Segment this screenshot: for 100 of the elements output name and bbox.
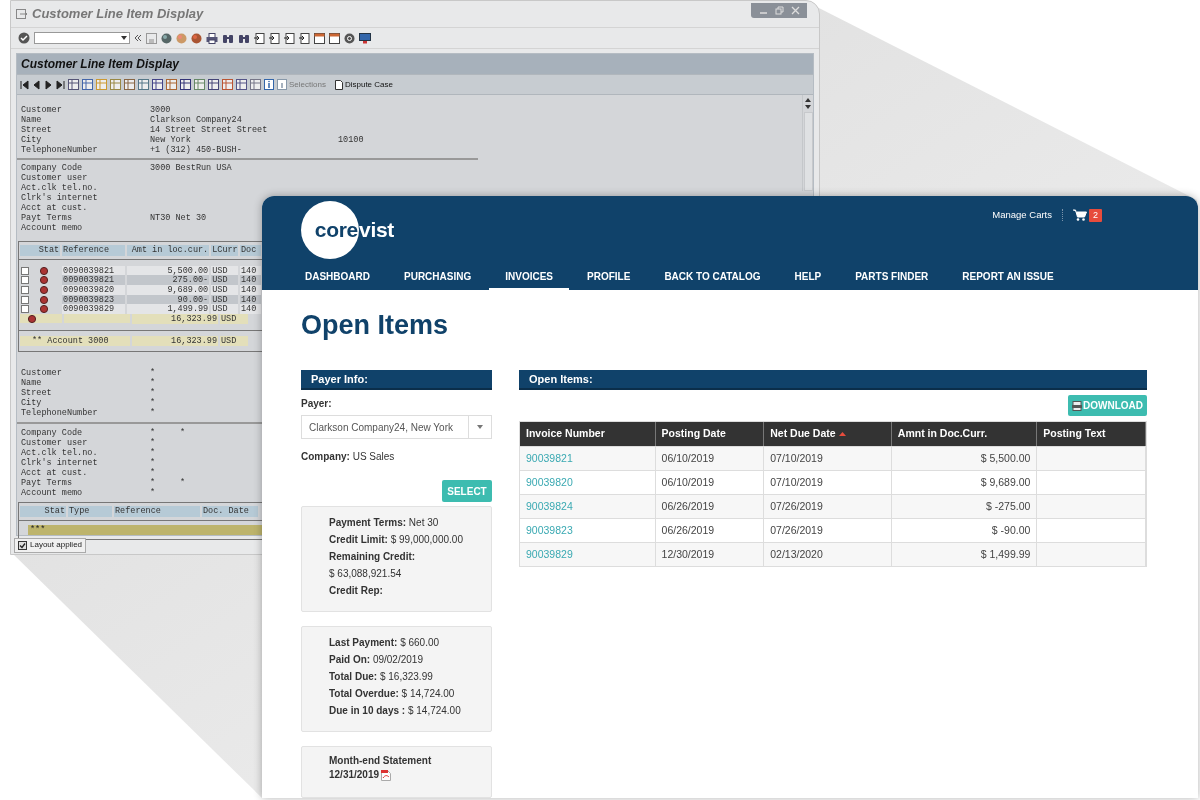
table-row[interactable]: ***	[28, 524, 262, 535]
field-label: Company Code	[21, 163, 84, 173]
cart-count-badge: 2	[1089, 208, 1102, 222]
nav-tab[interactable]: BACK TO CATALOG	[648, 264, 777, 290]
info-text: $ 63,088,921.54	[329, 567, 403, 581]
grid-icon[interactable]	[124, 79, 135, 90]
round-icon[interactable]	[161, 32, 172, 44]
grid-icon[interactable]	[82, 79, 93, 90]
column-header[interactable]: Amt in loc.cur.	[127, 245, 210, 256]
scrollbar[interactable]	[802, 95, 813, 191]
checkbox[interactable]	[21, 276, 29, 285]
document-icon	[334, 79, 343, 90]
table-cell: 140	[239, 275, 261, 286]
info-icon	[277, 79, 287, 90]
field-value: *	[150, 447, 157, 458]
payer-dropdown[interactable]: Clarkson Company24, New York	[301, 415, 492, 439]
up-arrow-icon	[805, 98, 811, 102]
field-label: TelephoneNumber	[21, 145, 99, 155]
field-value: *	[150, 367, 156, 378]
grid-icon[interactable]	[222, 79, 233, 90]
dispute-case-button[interactable]: Dispute Case	[334, 78, 393, 91]
table-cell: 0090039823	[62, 294, 126, 305]
nav-tab[interactable]: PROFILE	[571, 264, 647, 290]
command-field[interactable]	[34, 32, 130, 44]
nav-tab[interactable]: INVOICES	[489, 264, 570, 290]
page-title: Open Items	[301, 309, 450, 342]
field-label: Acct at cust.	[21, 203, 89, 213]
nav-arrow-icon[interactable]	[20, 79, 29, 90]
field-value: *	[150, 477, 157, 488]
field-label: Name	[21, 377, 43, 388]
column-header[interactable]: Stat	[20, 505, 66, 517]
table-cell: 9,689.00	[127, 285, 210, 295]
field-label: Account memo	[21, 487, 84, 498]
field-label: Payt Terms	[21, 477, 73, 488]
field-value: *	[180, 477, 186, 488]
field-value: *	[150, 457, 157, 468]
statement-title: Month-end Statement	[329, 754, 433, 768]
window-frame-icon[interactable]	[314, 32, 325, 44]
grid-icon[interactable]	[138, 79, 149, 90]
field-value: *	[150, 437, 157, 448]
pdf-icon[interactable]	[381, 769, 392, 781]
field-label: Customer user	[21, 173, 89, 183]
status-light-icon	[28, 314, 36, 323]
field-label: Account memo	[21, 223, 84, 233]
field-label: Company Code	[21, 427, 84, 438]
column-header[interactable]: Type	[68, 505, 112, 517]
nav-arrow-icon[interactable]	[56, 79, 65, 90]
info-text: Last Payment: $ 660.00	[329, 636, 441, 650]
monitor-icon[interactable]	[359, 32, 371, 44]
nav-tab[interactable]: REPORT AN ISSUE	[946, 264, 1070, 290]
cart-icon[interactable]	[1073, 209, 1087, 222]
grid-icon[interactable]	[208, 79, 219, 90]
nav-tab[interactable]: DASHBOARD	[289, 264, 386, 290]
field-value: Clarkson Company24	[150, 115, 243, 125]
window-title: Customer Line Item Display	[32, 5, 204, 24]
field-value: *	[150, 397, 156, 408]
field-label: Act.clk tel.no.	[21, 447, 99, 458]
table-cell: 140	[239, 285, 261, 295]
window-icon	[16, 9, 28, 19]
grid-icon[interactable]	[236, 79, 247, 90]
checkbox[interactable]	[21, 295, 29, 304]
field-value: *	[180, 427, 186, 438]
field-label: Name	[21, 115, 43, 125]
table-cell: USD	[211, 275, 238, 286]
table-cell: 0090039821	[62, 265, 126, 276]
nav-tab[interactable]: PARTS FINDER	[839, 264, 945, 290]
nav-tab[interactable]: PURCHASING	[388, 264, 488, 290]
nav-tab[interactable]: HELP	[778, 264, 838, 290]
column-header[interactable]: Reference	[114, 505, 200, 517]
manage-carts-link[interactable]: Manage Carts	[992, 208, 1052, 223]
field-label: Clrk's internet	[21, 457, 99, 468]
nav-arrow-icon[interactable]	[44, 79, 53, 90]
table-cell: 5,500.00	[127, 265, 210, 276]
window-frame-icon[interactable]	[329, 32, 340, 44]
table-cell: USD	[220, 313, 248, 324]
info-text: Total Overdue: $ 14,724.00	[329, 687, 456, 701]
grid-icon[interactable]	[68, 79, 79, 90]
checkbox[interactable]	[21, 266, 29, 275]
checkbox[interactable]	[21, 305, 29, 314]
check-icon[interactable]	[18, 32, 30, 44]
column-header[interactable]: Reference	[62, 245, 126, 256]
column-header[interactable]: LCurr	[211, 245, 238, 256]
printer-icon[interactable]	[206, 32, 218, 44]
column-header[interactable]: Stat	[20, 245, 61, 256]
grid-icon[interactable]	[152, 79, 163, 90]
table-cell: 140	[239, 265, 261, 276]
column-header[interactable]: Doc	[239, 245, 261, 256]
checkbox[interactable]	[21, 286, 29, 294]
caret-icon	[477, 425, 483, 429]
column-header[interactable]: Doc. Date	[202, 505, 258, 517]
double-chevron-icon[interactable]	[134, 34, 142, 42]
round-icon[interactable]	[191, 32, 202, 44]
table-cell: USD	[211, 294, 238, 305]
info-icon[interactable]	[264, 79, 274, 90]
field-label: City	[21, 135, 43, 145]
nav-arrow-icon[interactable]	[32, 79, 41, 90]
field-label: Customer	[21, 105, 63, 115]
grid-icon[interactable]	[180, 79, 191, 90]
field-label: Payt Terms	[21, 213, 73, 223]
table-cell: 16,323.99	[132, 313, 218, 324]
